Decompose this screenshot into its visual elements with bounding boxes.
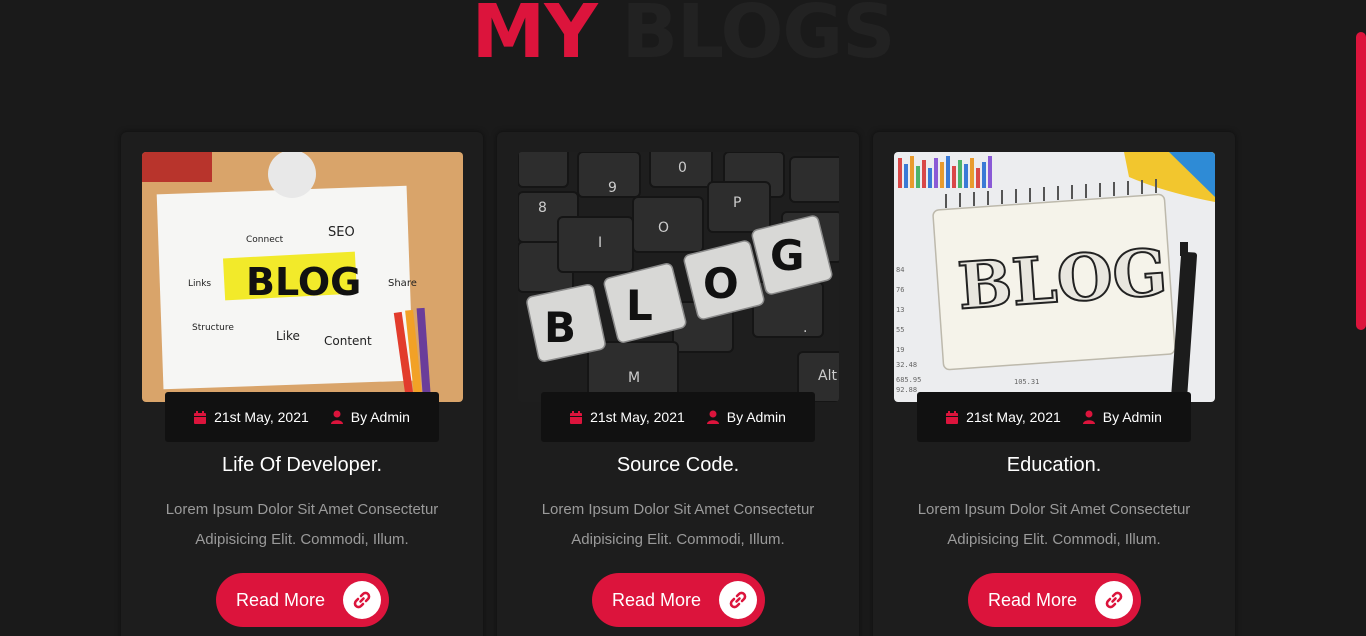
post-author: By Admin [330, 409, 410, 425]
user-icon [706, 410, 719, 424]
svg-text:SEO: SEO [328, 225, 355, 240]
svg-text:O: O [703, 259, 739, 308]
post-description-line: Adipisicing Elit. Commodi, Illum. [947, 531, 1161, 548]
post-description: Lorem Ipsum Dolor Sit Amet Consectetur A… [141, 495, 463, 555]
link-icon [719, 581, 757, 619]
post-author-text: By Admin [1102, 409, 1162, 425]
post-title[interactable]: Education. [873, 454, 1235, 477]
svg-text:O: O [658, 220, 669, 236]
svg-text:76: 76 [896, 286, 904, 294]
svg-text:Connect: Connect [246, 235, 284, 245]
svg-text:BLOG: BLOG [246, 260, 361, 304]
svg-text:B: B [544, 303, 576, 352]
post-date: 21st May, 2021 [194, 409, 309, 425]
svg-text:BLOG: BLOG [956, 235, 1170, 324]
blog-image[interactable]: BLOG SEO Connect Links Share Structure L… [142, 152, 463, 402]
svg-text:M: M [628, 370, 640, 386]
post-date: 21st May, 2021 [570, 409, 685, 425]
post-meta: 21st May, 2021 By Admin [917, 392, 1191, 442]
svg-text:.: . [803, 320, 807, 336]
calendar-icon [946, 410, 959, 424]
svg-text:I: I [598, 235, 602, 251]
post-description-line: Adipisicing Elit. Commodi, Illum. [571, 531, 785, 548]
read-more-button[interactable]: Read More [216, 573, 389, 627]
heading-word-my: MY [471, 0, 598, 75]
svg-text:Structure: Structure [192, 323, 234, 333]
svg-text:L: L [626, 281, 653, 330]
svg-text:P: P [733, 195, 741, 211]
post-author: By Admin [1082, 409, 1162, 425]
post-title[interactable]: Life Of Developer. [121, 454, 483, 477]
post-description-line: Lorem Ipsum Dolor Sit Amet Consectetur [917, 501, 1191, 518]
svg-text:13: 13 [896, 306, 904, 314]
user-icon [1082, 410, 1095, 424]
post-description: Lorem Ipsum Dolor Sit Amet Consectetur A… [893, 495, 1215, 555]
post-date-text: 21st May, 2021 [966, 409, 1061, 425]
svg-text:Content: Content [324, 334, 372, 348]
svg-text:Links: Links [188, 279, 211, 289]
post-author-text: By Admin [726, 409, 786, 425]
heading-word-blogs: BLOGS [621, 0, 896, 75]
read-more-label: Read More [988, 589, 1078, 610]
link-icon [1095, 581, 1133, 619]
post-author-text: By Admin [350, 409, 410, 425]
svg-text:G: G [770, 231, 804, 280]
link-icon [343, 581, 381, 619]
svg-text:0: 0 [678, 160, 687, 176]
post-date: 21st May, 2021 [946, 409, 1061, 425]
svg-text:685.95: 685.95 [896, 376, 921, 384]
svg-text:32.48: 32.48 [896, 361, 917, 369]
blog-image[interactable]: B L O G 8 9 0 O P I M Alt. [518, 152, 839, 402]
post-description: Lorem Ipsum Dolor Sit Amet Consectetur A… [517, 495, 839, 555]
page-scrollbar[interactable] [1356, 32, 1366, 330]
svg-text:Like: Like [276, 329, 300, 343]
blog-card: 84 76 13 55 19 32.48 685.95 92.88 105.31 BLOG … [873, 132, 1235, 636]
user-icon [330, 410, 343, 424]
read-more-button[interactable]: Read More [592, 573, 765, 627]
blog-card: B L O G 8 9 0 O P I M Alt. 21st May, 2021 By … [497, 132, 859, 636]
svg-text:92.88: 92.88 [896, 386, 917, 394]
calendar-icon [194, 410, 207, 424]
read-more-label: Read More [236, 589, 326, 610]
post-author: By Admin [706, 409, 786, 425]
post-description-line: Lorem Ipsum Dolor Sit Amet Consectetur [541, 501, 815, 518]
post-description-line: Lorem Ipsum Dolor Sit Amet Consectetur [165, 501, 439, 518]
calendar-icon [570, 410, 583, 424]
post-meta: 21st May, 2021 By Admin [541, 392, 815, 442]
svg-text:Alt: Alt [818, 368, 837, 384]
svg-text:105.31: 105.31 [1014, 378, 1039, 386]
blog-image[interactable]: 84 76 13 55 19 32.48 685.95 92.88 105.31 BLOG [894, 152, 1215, 402]
svg-text:55: 55 [896, 326, 904, 334]
svg-text:8: 8 [538, 200, 547, 216]
blog-card: BLOG SEO Connect Links Share Structure L… [121, 132, 483, 636]
post-date-text: 21st May, 2021 [214, 409, 309, 425]
post-meta: 21st May, 2021 By Admin [165, 392, 439, 442]
svg-text:9: 9 [608, 180, 617, 196]
section-heading: MY BLOGS [0, 0, 1366, 74]
post-title[interactable]: Source Code. [497, 454, 859, 477]
svg-text:Share: Share [388, 278, 417, 289]
post-description-line: Adipisicing Elit. Commodi, Illum. [195, 531, 409, 548]
svg-text:84: 84 [896, 266, 904, 274]
svg-text:19: 19 [896, 346, 904, 354]
post-date-text: 21st May, 2021 [590, 409, 685, 425]
read-more-button[interactable]: Read More [968, 573, 1141, 627]
read-more-label: Read More [612, 589, 702, 610]
